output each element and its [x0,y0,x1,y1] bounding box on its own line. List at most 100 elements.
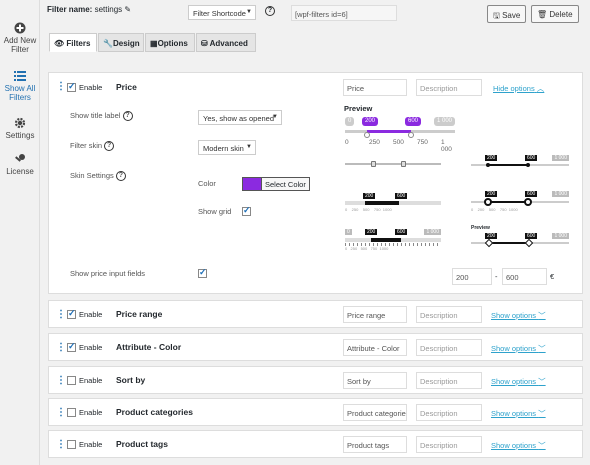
sidebar-item-add-new-filter[interactable]: Add New Filter [0,22,40,54]
eye-icon: 👁 [54,39,65,48]
filter-skin-label-text: Filter skin [70,141,103,150]
skin-thumb-6[interactable]: Preview 200 600 1 000 [471,225,569,249]
preview-high-handle[interactable] [408,132,414,138]
preview-slider[interactable]: 0 200 600 1 000 0 250 500 750 1 000 [345,117,455,153]
tab-filters[interactable]: 👁 Filters [49,33,97,52]
shortcode-select[interactable]: Filter Shortcode ▼ [188,5,256,20]
filter-name-input[interactable]: Attribute - Color [343,339,407,356]
filter-panel: ⋮ Enable Attribute - Color Attribute - Colo… [48,333,583,361]
preview-low-handle[interactable] [364,132,370,138]
save-label: Save [502,11,521,20]
help-icon[interactable]: ? [122,111,133,122]
enable-label: Enable [79,408,103,417]
skin-thumb-3[interactable]: 200 600 0 250 500 750 1000 [345,193,441,215]
filter-name-value[interactable]: settings [95,5,123,14]
filter-panel-price: ⋮ Enable Price Price Description Hide op… [48,72,583,294]
help-icon[interactable]: ? [265,6,275,16]
color-label: Color [198,179,216,188]
help-icon[interactable]: ? [104,141,115,152]
skin-thumb-4[interactable]: 200 600 1 000 0 200 500 750 1000 [471,191,569,213]
delete-label: Delete [549,10,573,19]
show-options-link[interactable]: Show options ﹀ [491,440,546,451]
pencil-icon[interactable]: ✎ [124,5,131,14]
preview-fill [367,130,411,133]
filter-panel: ⋮ Enable Price range Price range Description… [48,300,583,328]
show-options-label: Show options [491,441,537,450]
tab-options[interactable]: ▦Options [145,33,195,52]
drag-handle-icon[interactable]: ⋮ [56,439,66,450]
drag-handle-icon[interactable]: ⋮ [56,407,66,418]
help-icon[interactable]: ? [115,171,126,182]
show-options-link[interactable]: Show options ﹀ [491,343,546,354]
price-max-input[interactable]: 600 [502,268,547,285]
show-title-select[interactable]: Yes, show as opened ▼ [198,110,282,125]
tab-advanced[interactable]: ⛁ Advanced [196,33,256,52]
range-separator: - [495,272,498,281]
description-input[interactable]: Description [416,404,482,421]
drag-handle-icon[interactable]: ⋮ [56,375,66,386]
show-title-label: Show title label ? [70,111,133,122]
chevron-up-icon: ︿ [536,84,545,93]
tab-design[interactable]: 🔧Design [98,33,144,52]
sidebar-item-show-all-filters[interactable]: Show All Filters [0,70,40,102]
price-min-input[interactable]: 200 [452,268,492,285]
description-input[interactable]: Description [416,436,482,453]
show-options-link[interactable]: Show options ﹀ [491,408,546,419]
delete-button[interactable]: 🗑 Delete [531,5,579,23]
drag-handle-icon[interactable]: ⋮ [56,81,66,92]
show-options-link[interactable]: Show options ﹀ [491,310,546,321]
enable-checkbox[interactable] [67,408,76,417]
color-swatch[interactable] [242,177,262,191]
show-price-inputs-checkbox[interactable] [198,267,207,278]
preview-tick-label: 1 000 [441,139,452,153]
filter-name-input[interactable]: Price range [343,306,407,323]
description-input[interactable]: Description [416,306,482,323]
show-options-label: Show options [491,377,537,386]
skin-thumb-1[interactable] [345,159,441,169]
description-input[interactable]: Description [416,79,482,96]
description-input[interactable]: Description [416,372,482,389]
enable-checkbox[interactable] [67,81,76,92]
chevron-down-icon: ▼ [246,9,252,15]
hide-options-link[interactable]: Hide options ︿ [493,83,544,94]
show-options-link[interactable]: Show options ﹀ [491,376,546,387]
plus-circle-icon [14,22,26,34]
show-options-label: Show options [491,344,537,353]
description-input[interactable]: Description [416,339,482,356]
save-button[interactable]: 🖫 Save [487,5,527,23]
drag-handle-icon[interactable]: ⋮ [56,342,66,353]
sidebar-item-label: License [6,167,34,176]
grid-icon: ▦ [150,39,158,48]
preview-max-tag: 1 000 [433,117,455,126]
filter-name-input[interactable]: Sort by [343,372,407,389]
enable-checkbox[interactable] [67,376,76,385]
enable-label: Enable [79,310,103,319]
skin-thumb-5[interactable]: 0 200 600 1 000 0 250 500 750 1000 [345,229,441,251]
enable-checkbox[interactable] [67,440,76,449]
shortcode-text[interactable]: [wpf-filters id=6] [291,5,397,21]
filter-skin-select-value: Modern skin [203,144,244,153]
enable-label: Enable [79,440,103,449]
skin-settings-label-text: Skin Settings [70,171,114,180]
filter-name-row: Filter name: settings ✎ [47,5,131,14]
floppy-icon: 🖫 [493,11,500,20]
filter-name-input[interactable]: Product tags [343,436,407,453]
enable-checkbox[interactable] [67,341,76,352]
skin-thumb-2[interactable]: 200 600 1 000 [471,155,569,167]
preview-label: Preview [344,104,373,113]
enable-checkbox[interactable] [67,308,76,319]
filter-name-input[interactable]: Price [343,79,407,96]
drag-handle-icon[interactable]: ⋮ [56,309,66,320]
tab-label: Filters [66,39,91,48]
sidebar-item-settings[interactable]: Settings [0,117,40,140]
tab-label: Design [112,39,140,48]
filter-name-input[interactable]: Product categorie [343,404,407,421]
sidebar-item-license[interactable]: License [0,153,40,176]
select-color-button[interactable]: Select Color [261,177,310,191]
preview-tick-label: 750 [417,139,428,146]
key-icon [15,154,25,162]
shortcode-select-value: Filter Shortcode [193,9,246,18]
show-grid-checkbox[interactable] [242,205,251,216]
filter-skin-select[interactable]: Modern skin ▼ [198,140,256,155]
preview-tick-label: 250 [369,139,380,146]
